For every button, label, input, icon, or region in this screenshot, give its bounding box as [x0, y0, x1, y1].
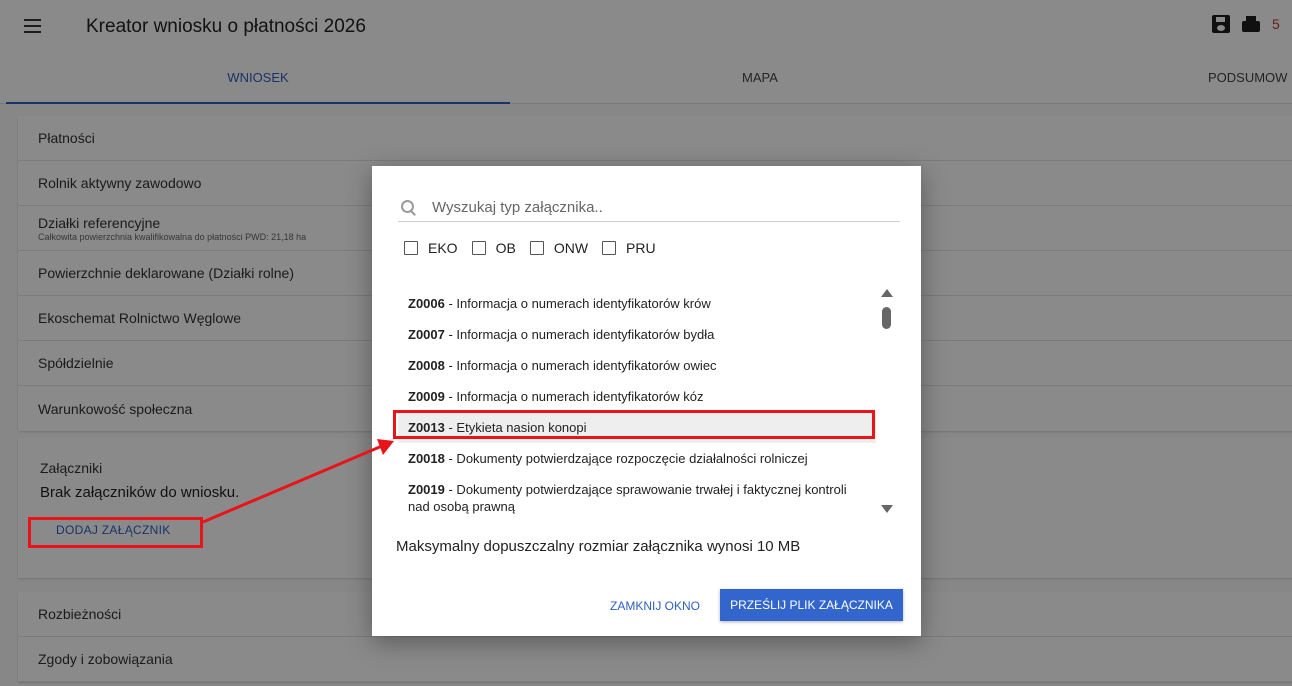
search-icon	[400, 199, 418, 217]
max-size-info: Maksymalny dopuszczalny rozmiar załączni…	[396, 538, 801, 555]
item-desc: - Informacja o numerach identyfikatorów …	[444, 327, 715, 342]
scrollbar-thumb[interactable]	[882, 307, 891, 329]
search-input[interactable]	[432, 199, 872, 216]
filter-pru[interactable]: PRU	[602, 240, 656, 256]
filter-label: PRU	[626, 240, 656, 256]
list-item[interactable]: Z0019 - Dokumenty potwierdzające sprawow…	[398, 474, 876, 520]
filter-label: OB	[495, 240, 516, 256]
checkbox[interactable]	[529, 241, 544, 255]
checkbox[interactable]	[471, 241, 486, 255]
item-desc: - Informacja o numerach identyfikatorów …	[444, 296, 711, 311]
item-code: Z0007	[408, 327, 445, 342]
item-desc: - Informacja o numerach identyfikatorów …	[444, 389, 704, 404]
attachment-type-list: Z0006 - Informacja o numerach identyfika…	[398, 288, 876, 520]
filter-onw[interactable]: ONW	[529, 240, 589, 256]
filter-eko[interactable]: EKO	[404, 240, 458, 256]
filter-ob[interactable]: OB	[471, 240, 516, 256]
item-code: Z0006	[408, 296, 445, 311]
item-code: Z0008	[408, 358, 445, 373]
annotation-box-selected-item	[393, 410, 875, 439]
filter-label: ONW	[553, 240, 589, 256]
filter-label: EKO	[428, 240, 458, 256]
list-item[interactable]: Z0018 - Dokumenty potwierdzające rozpocz…	[398, 443, 876, 474]
annotation-box-add-attachment	[28, 517, 203, 548]
item-code: Z0009	[408, 389, 445, 404]
search-bar	[398, 194, 900, 222]
item-desc: - Informacja o numerach identyfikatorów …	[444, 358, 717, 373]
scroll-down-arrow-icon[interactable]	[881, 505, 893, 513]
list-item[interactable]: Z0008 - Informacja o numerach identyfika…	[398, 350, 876, 381]
item-desc: - Dokumenty potwierdzające rozpoczęcie d…	[444, 451, 808, 466]
checkbox[interactable]	[404, 241, 418, 255]
list-item[interactable]: Z0006 - Informacja o numerach identyfika…	[398, 288, 876, 319]
item-code: Z0019	[408, 482, 445, 497]
item-code: Z0018	[408, 451, 445, 466]
list-item[interactable]: Z0009 - Informacja o numerach identyfika…	[398, 381, 876, 412]
list-item[interactable]: Z0007 - Informacja o numerach identyfika…	[398, 319, 876, 350]
checkbox[interactable]	[602, 241, 617, 255]
filter-group: EKO OB ONW PRU	[404, 240, 670, 256]
upload-attachment-button[interactable]: PRZEŚLIJ PLIK ZAŁĄCZNIKA	[720, 589, 903, 621]
close-window-button[interactable]: ZAMKNIJ OKNO	[610, 591, 700, 621]
item-desc: - Dokumenty potwierdzające sprawowanie t…	[408, 482, 847, 514]
attachment-modal: EKO OB ONW PRU Z0006 - Informacja o nume…	[372, 166, 921, 636]
scroll-up-arrow-icon[interactable]	[881, 289, 893, 297]
